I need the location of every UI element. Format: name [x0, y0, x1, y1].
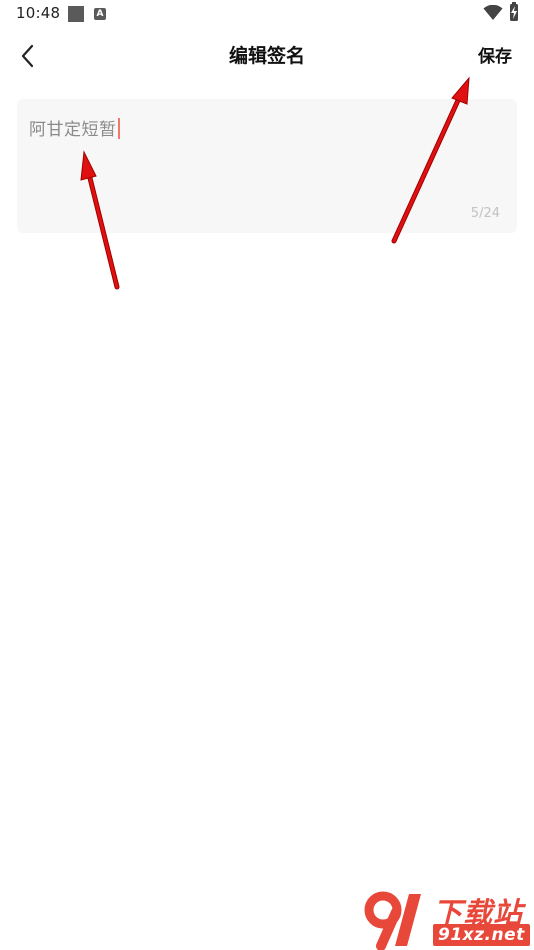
watermark-site: 91xz.net: [433, 924, 530, 946]
status-bar: 10:48 A: [0, 0, 534, 28]
save-button[interactable]: 保存: [478, 42, 512, 67]
signature-value: 阿甘定短暂: [29, 120, 117, 140]
text-caret: [117, 118, 120, 139]
watermark-logo-icon: [364, 891, 421, 950]
page-title: 编辑签名: [228, 45, 305, 67]
a-badge-icon: A: [94, 8, 106, 20]
wifi-icon: [483, 5, 503, 20]
bolt-icon: [511, 6, 517, 19]
signature-text-line: 阿甘定短暂: [29, 115, 120, 140]
battery-icon: [510, 2, 518, 21]
watermark: 下载站 91xz.net: [363, 888, 534, 950]
square-icon: [68, 6, 84, 22]
signature-input[interactable]: 阿甘定短暂 5/24: [17, 99, 517, 233]
character-counter: 5/24: [470, 206, 500, 221]
header: 编辑签名 保存: [0, 28, 534, 80]
status-time: 10:48: [16, 4, 61, 22]
